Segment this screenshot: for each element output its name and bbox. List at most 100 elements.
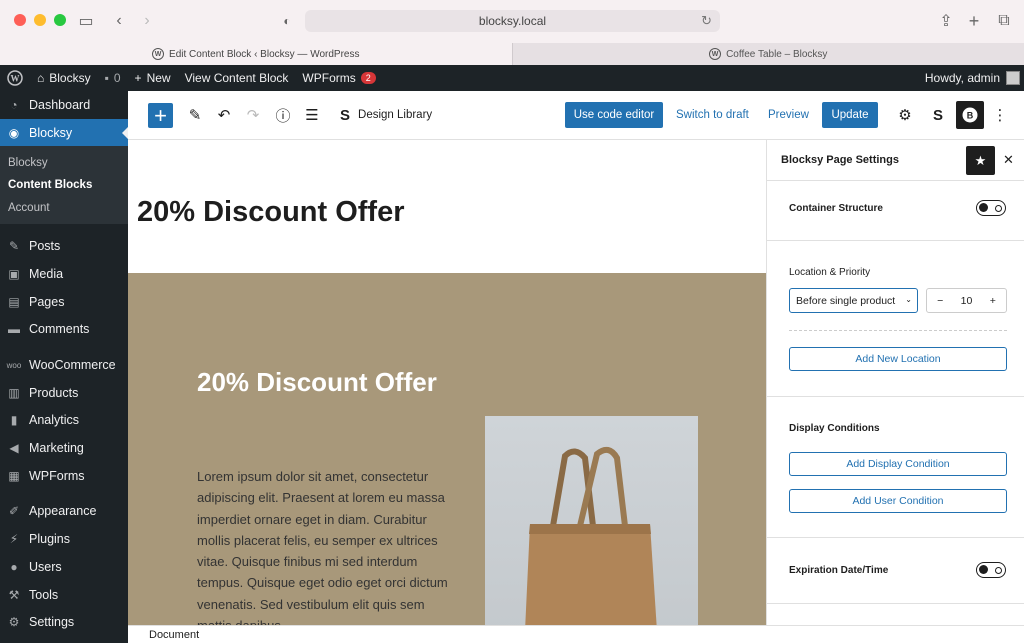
minimize-window-button[interactable]: [34, 14, 46, 26]
wordpress-favicon-icon: W: [709, 48, 722, 60]
wordpress-logo-icon[interactable]: W: [0, 65, 30, 91]
redo-icon[interactable]: ↷: [243, 105, 263, 125]
sidebar-item-posts[interactable]: ✎ Posts: [0, 232, 128, 260]
container-structure-toggle[interactable]: [976, 200, 1006, 216]
sidebar-item-label: Analytics: [29, 413, 80, 428]
sidebar-item-pages[interactable]: ▤ Pages: [0, 288, 128, 316]
wpforms-label: WPForms: [302, 71, 356, 85]
hero-section[interactable]: 20% Discount Offer Lorem ipsum dolor sit…: [128, 273, 766, 625]
chevron-down-icon: ⌄: [905, 295, 912, 304]
wrench-icon: ⚒: [8, 587, 20, 602]
blocksy-settings-icon[interactable]: B: [956, 101, 984, 129]
sidebar-item-analytics[interactable]: ▮ Analytics: [0, 407, 128, 435]
view-content-block-link[interactable]: View Content Block: [178, 65, 296, 91]
media-icon: ▣: [8, 266, 20, 281]
sidebar-item-label: Tools: [29, 587, 59, 602]
expiration-toggle[interactable]: [976, 562, 1006, 578]
expiration-label: Expiration Date/Time: [789, 565, 889, 576]
add-new-location-button[interactable]: Add New Location: [789, 347, 1007, 371]
hero-heading[interactable]: 20% Discount Offer: [197, 361, 437, 403]
sidebar-item-tools[interactable]: ⚒ Tools: [0, 581, 128, 609]
submenu-item-account[interactable]: Account: [0, 197, 128, 220]
megaphone-icon: ◀: [9, 441, 19, 456]
address-bar[interactable]: blocksy.local ↻: [305, 10, 720, 32]
add-user-condition-button[interactable]: Add User Condition: [789, 489, 1007, 513]
priority-stepper[interactable]: − 10 +: [926, 288, 1007, 313]
back-icon[interactable]: ‹: [108, 10, 130, 32]
pages-icon: ▤: [8, 294, 20, 309]
comments-link[interactable]: ▪ 0: [98, 65, 128, 91]
close-window-button[interactable]: [14, 14, 26, 26]
switch-to-draft-button[interactable]: Switch to draft: [676, 102, 749, 128]
url-text: blocksy.local: [478, 14, 547, 28]
hero-paragraph[interactable]: Lorem ipsum dolor sit amet, consectetur …: [197, 466, 462, 625]
details-info-icon[interactable]: ⓘ: [273, 105, 293, 125]
sidebar-item-blocksy[interactable]: ◉ Blocksy: [0, 118, 128, 147]
site-name: Blocksy: [49, 71, 91, 85]
reload-icon[interactable]: ↻: [701, 13, 712, 29]
sidebar-item-label: Plugins: [29, 532, 70, 547]
sidebar-item-products[interactable]: ▥ Products: [0, 379, 128, 407]
my-account-link[interactable]: Howdy, admin: [925, 65, 1020, 91]
privacy-shield-icon[interactable]: ◐: [276, 10, 298, 32]
design-library-button[interactable]: S Design Library: [340, 105, 432, 125]
settings-gear-icon[interactable]: ⚙: [895, 105, 915, 125]
share-icon[interactable]: ⇪: [935, 10, 957, 32]
list-view-icon[interactable]: ☰: [302, 105, 322, 125]
editor-canvas[interactable]: 20% Discount Offer 20% Discount Offer Lo…: [128, 140, 766, 625]
block-inserter-button[interactable]: +: [148, 103, 173, 128]
forward-icon[interactable]: ›: [136, 10, 158, 32]
sidebar-item-media[interactable]: ▣ Media: [0, 260, 128, 288]
wpforms-icon: ▦: [8, 468, 20, 483]
preview-button[interactable]: Preview: [768, 102, 809, 128]
browser-tab-coffee[interactable]: W Coffee Table – Blocksy: [511, 43, 1024, 65]
woo-icon: woo: [6, 360, 22, 370]
plus-icon[interactable]: +: [980, 295, 1006, 307]
sidebar-toggle-icon[interactable]: ▭: [75, 10, 97, 32]
undo-icon[interactable]: ↶: [214, 105, 234, 125]
site-name-link[interactable]: ⌂ Blocksy: [30, 65, 98, 91]
browser-tab-edit[interactable]: W Edit Content Block ‹ Blocksy — WordPre…: [0, 43, 512, 65]
sidebar-item-appearance[interactable]: ✐ Appearance: [0, 498, 128, 526]
use-code-editor-button[interactable]: Use code editor: [565, 102, 663, 128]
sidebar-item-users[interactable]: ● Users: [0, 553, 128, 581]
brush-icon: ✐: [8, 504, 20, 519]
zoom-window-button[interactable]: [54, 14, 66, 26]
submenu-item-blocksy[interactable]: Blocksy: [0, 151, 128, 174]
panel-title: Blocksy Page Settings: [781, 154, 899, 166]
tote-bag-image[interactable]: [485, 416, 698, 625]
sidebar-item-woocommerce[interactable]: woo WooCommerce: [0, 351, 128, 379]
tab-overview-icon[interactable]: ⧉: [993, 10, 1015, 32]
sidebar-item-marketing[interactable]: ◀ Marketing: [0, 434, 128, 462]
location-priority-section: Location & Priority Before single produc…: [767, 241, 1024, 397]
stackable-settings-icon[interactable]: S: [928, 105, 948, 125]
pin-star-icon[interactable]: ★: [966, 146, 995, 175]
post-title[interactable]: 20% Discount Offer: [137, 196, 405, 229]
submenu-item-content-blocks[interactable]: Content Blocks: [0, 174, 128, 197]
admin-sidebar: ◔ Dashboard ◉ Blocksy Blocksy Content Bl…: [0, 91, 128, 643]
breadcrumb-document[interactable]: Document: [149, 629, 199, 641]
divider: [789, 330, 1007, 331]
location-select[interactable]: Before single product ⌄: [789, 288, 918, 313]
wordpress-favicon-icon: W: [152, 48, 165, 60]
sidebar-item-plugins[interactable]: ⚡ Plugins: [0, 525, 128, 553]
wpforms-link[interactable]: WPForms 2: [295, 65, 382, 91]
settings-icon: ⚙: [8, 615, 20, 630]
sidebar-item-label: WPForms: [29, 468, 85, 483]
edit-tools-icon[interactable]: ✎: [185, 105, 205, 125]
priority-value[interactable]: 10: [953, 295, 979, 307]
avatar: [1006, 71, 1020, 85]
more-options-icon[interactable]: ⋮: [990, 105, 1010, 125]
new-tab-icon[interactable]: +: [963, 10, 985, 32]
sidebar-item-dashboard[interactable]: ◔ Dashboard: [0, 91, 128, 119]
new-content-link[interactable]: + New: [128, 65, 178, 91]
sidebar-item-settings[interactable]: ⚙ Settings: [0, 608, 128, 636]
add-display-condition-button[interactable]: Add Display Condition: [789, 452, 1007, 476]
sidebar-item-comments[interactable]: ▬ Comments: [0, 316, 128, 344]
sidebar-item-wpforms[interactable]: ▦ WPForms: [0, 462, 128, 490]
close-icon[interactable]: ✕: [1003, 152, 1014, 168]
update-button[interactable]: Update: [822, 102, 878, 128]
analytics-icon: ▮: [10, 413, 18, 428]
greeting-text: Howdy, admin: [924, 71, 1000, 85]
minus-icon[interactable]: −: [927, 295, 953, 307]
